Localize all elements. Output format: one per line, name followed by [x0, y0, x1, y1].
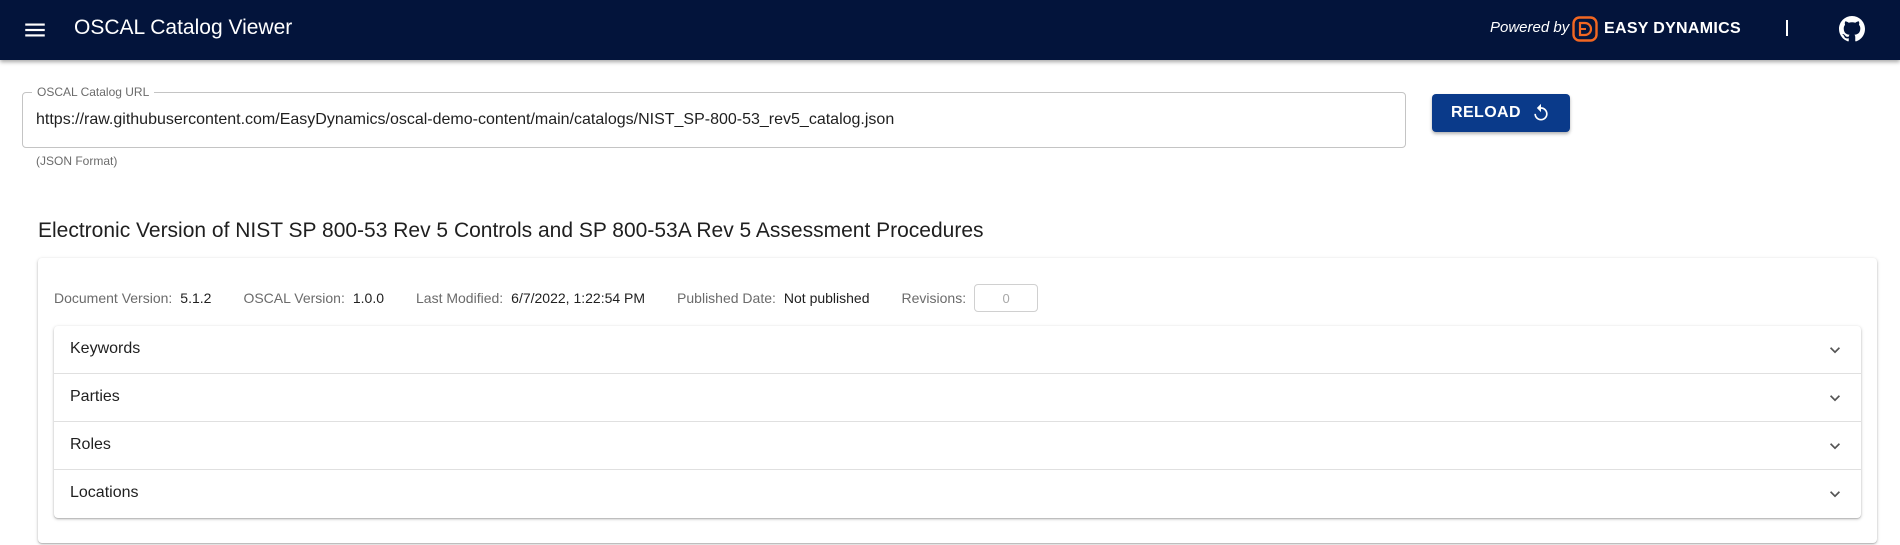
refresh-icon	[1534, 103, 1548, 121]
oscal-version-label: OSCAL Version:	[243, 290, 345, 306]
catalog-url-label: OSCAL Catalog URL	[32, 85, 155, 99]
app-title: OSCAL Catalog Viewer	[74, 16, 293, 39]
accordion-label: Keywords	[70, 340, 141, 357]
reload-button-label: RELOAD	[1451, 104, 1521, 121]
chevron-down-icon	[1830, 395, 1840, 402]
oscal-version-value: 1.0.0	[352, 290, 384, 306]
chevron-down-icon	[1830, 491, 1840, 498]
accordion-label: Locations	[70, 484, 139, 501]
reload-button[interactable]: RELOAD	[1432, 94, 1570, 132]
powered-by-text: Powered by	[1490, 19, 1570, 36]
catalog-title: Electronic Version of NIST SP 800-53 Rev…	[38, 219, 984, 242]
document-version-label: Document Version:	[54, 290, 173, 306]
revisions-count[interactable]: 0	[974, 284, 1039, 312]
accordion-parties[interactable]: Parties	[54, 374, 1861, 422]
appbar-divider	[1786, 20, 1788, 36]
catalog-url-field: OSCAL Catalog URL	[22, 85, 1406, 148]
app-bar: OSCAL Catalog Viewer Powered by EASY DYN…	[0, 0, 1900, 60]
brand-name: EASY DYNAMICS	[1604, 20, 1741, 37]
last-modified-label: Last Modified:	[416, 290, 504, 306]
chevron-down-icon	[1830, 443, 1840, 450]
document-version: Document Version: 5.1.2	[54, 290, 211, 306]
catalog-metadata-card: Document Version: 5.1.2 OSCAL Version: 1…	[38, 258, 1877, 543]
accordion-label: Parties	[70, 388, 120, 405]
accordion-locations[interactable]: Locations	[54, 470, 1861, 518]
catalog-url-input[interactable]	[36, 111, 1386, 129]
easy-dynamics-logo[interactable]: EASY DYNAMICS	[1572, 16, 1741, 42]
document-version-value: 5.1.2	[180, 290, 212, 306]
oscal-version: OSCAL Version: 1.0.0	[243, 290, 384, 306]
revisions: Revisions: 0	[902, 284, 1039, 312]
last-modified: Last Modified: 6/7/2022, 1:22:54 PM	[416, 290, 645, 306]
published-date-label: Published Date:	[677, 290, 776, 306]
accordion-roles[interactable]: Roles	[54, 422, 1861, 470]
published-date-value: Not published	[783, 290, 870, 306]
chevron-down-icon	[1830, 347, 1840, 354]
revisions-label: Revisions:	[901, 290, 967, 306]
github-icon[interactable]	[1839, 16, 1865, 42]
last-modified-value: 6/7/2022, 1:22:54 PM	[511, 290, 646, 306]
easy-dynamics-logo-icon	[1572, 16, 1598, 42]
metadata-accordion: Keywords Parties Roles Locations	[54, 326, 1861, 518]
menu-icon[interactable]	[22, 17, 48, 43]
catalog-url-helper: (JSON Format)	[36, 154, 118, 168]
accordion-label: Roles	[70, 436, 111, 453]
metadata-row: Document Version: 5.1.2 OSCAL Version: 1…	[54, 284, 1070, 312]
accordion-keywords[interactable]: Keywords	[54, 326, 1861, 374]
published-date: Published Date: Not published	[677, 290, 869, 306]
